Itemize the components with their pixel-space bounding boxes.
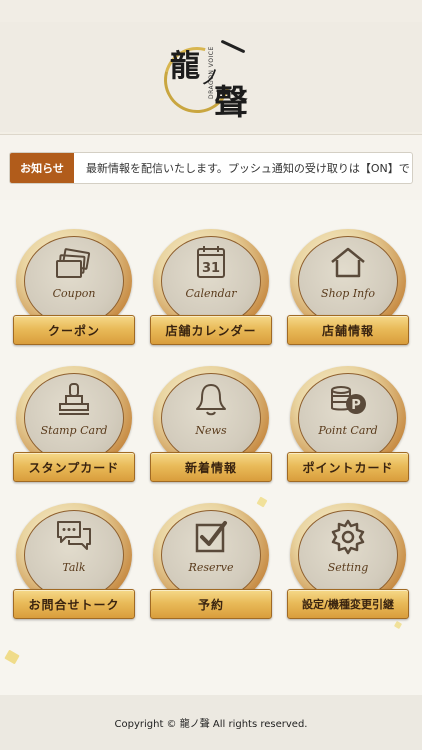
menu-tile-news[interactable]: News 新着情報 [150, 366, 272, 486]
notice-ticker[interactable]: お知らせ 最新情報を配信いたします。プッシュ通知の受け取りは【ON】で [9, 152, 413, 184]
menu-tile-calendar[interactable]: 31 Calendar 店舗カレンダー [150, 229, 272, 349]
stamp-icon [59, 383, 89, 415]
menu-label: 新着情報 [150, 452, 272, 482]
footer: Copyright © 龍ノ聲 All rights reserved. [0, 695, 422, 750]
menu-caption-en: Calendar [185, 287, 237, 300]
brand-logo: 龍 ノ 聲 DRAGON VOICE [151, 27, 266, 127]
menu-tile-setting[interactable]: Setting 設定/機種変更引継 [287, 503, 409, 623]
notice-bar: お知らせ 最新情報を配信いたします。プッシュ通知の受け取りは【ON】で [0, 134, 422, 200]
menu-tile-shop-info[interactable]: Shop Info 店舗情報 [287, 229, 409, 349]
coins-icon: P [331, 386, 366, 414]
logo-subtitle: DRAGON VOICE [208, 46, 215, 99]
menu-area: Coupon クーポン 31 Calendar 店舗カレンダー Shop Inf… [0, 200, 422, 695]
menu-tile-coupon[interactable]: Coupon クーポン [13, 229, 135, 349]
notice-text: 最新情報を配信いたします。プッシュ通知の受け取りは【ON】で [86, 162, 410, 175]
checkbox-icon [195, 521, 227, 553]
menu-caption-en: Point Card [318, 424, 378, 437]
menu-label: クーポン [13, 315, 135, 345]
status-bar [0, 0, 422, 22]
menu-caption-en: Talk [62, 561, 86, 574]
calendar-icon: 31 [197, 246, 225, 278]
coupon-icon [56, 248, 91, 278]
menu-caption-en: Stamp Card [40, 424, 108, 437]
house-icon [331, 247, 365, 278]
menu-tile-point-card[interactable]: P Point Card ポイントカード [287, 366, 409, 486]
menu-label: お問合せトーク [13, 589, 135, 619]
menu-label: ポイントカード [287, 452, 409, 482]
menu-label: スタンプカード [13, 452, 135, 482]
app-header: 龍 ノ 聲 DRAGON VOICE [0, 22, 422, 132]
menu-label: 店舗カレンダー [150, 315, 272, 345]
menu-label: 店舗情報 [287, 315, 409, 345]
point-coin-letter: P [351, 398, 361, 413]
menu-caption-en: Reserve [188, 561, 234, 574]
calendar-day-number: 31 [202, 261, 220, 276]
menu-label: 予約 [150, 589, 272, 619]
logo-kanji-koe: 聲 [214, 83, 248, 123]
menu-caption-en: News [195, 424, 227, 437]
menu-tile-stamp-card[interactable]: Stamp Card スタンプカード [13, 366, 135, 486]
menu-caption-en: Setting [327, 561, 369, 574]
menu-label: 設定/機種変更引継 [287, 589, 409, 619]
menu-caption-en: Shop Info [321, 287, 375, 300]
menu-caption-en: Coupon [52, 287, 96, 300]
menu-tile-talk[interactable]: Talk お問合せトーク [13, 503, 135, 623]
menu-tile-reserve[interactable]: Reserve 予約 [150, 503, 272, 623]
chat-icon [57, 521, 91, 550]
gear-icon [331, 519, 365, 555]
logo-kanji-ryu: 龍 [170, 49, 200, 84]
bell-icon [196, 384, 226, 416]
notice-label: お知らせ [10, 153, 74, 183]
copyright-text: Copyright © 龍ノ聲 All rights reserved. [114, 719, 308, 730]
